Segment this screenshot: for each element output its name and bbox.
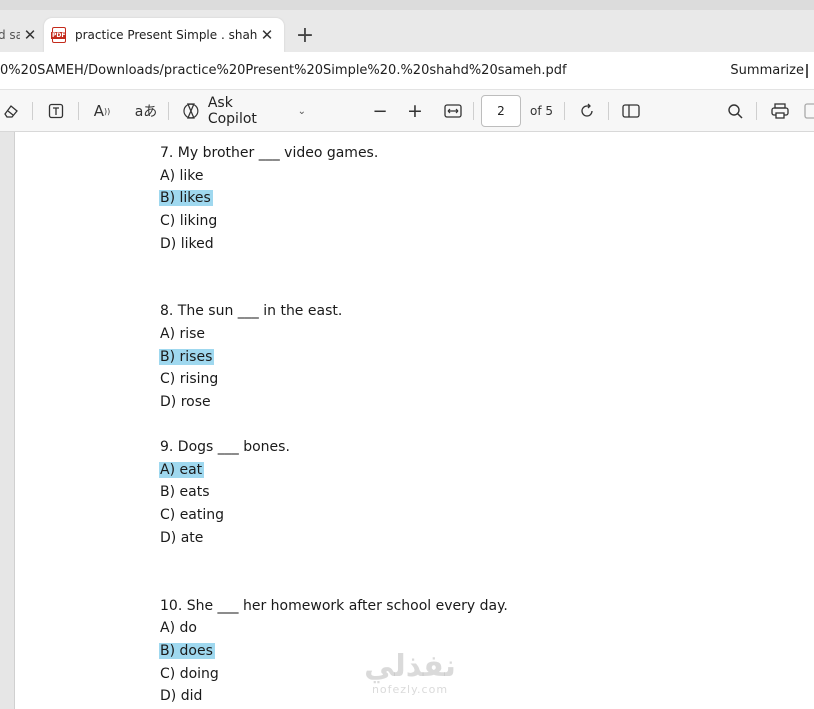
new-tab-icon[interactable]: + xyxy=(292,22,318,48)
answer-option: D) did xyxy=(160,688,203,704)
url-field[interactable]: 0%20SAMEH/Downloads/practice%20Present%2… xyxy=(0,63,700,78)
highlight: A) eat xyxy=(159,462,205,478)
print-icon[interactable] xyxy=(768,90,792,132)
zoom-in-icon[interactable]: + xyxy=(405,90,425,132)
tab-title: d sa xyxy=(0,28,20,42)
toolbar-divider xyxy=(473,102,474,120)
copilot-icon xyxy=(183,103,199,119)
pdf-toolbar: A)) aあ Ask Copilot ⌄ − + 2 of 5 xyxy=(0,90,814,132)
summarize-button[interactable]: Summarize xyxy=(730,63,804,78)
zoom-out-icon[interactable]: − xyxy=(370,90,390,132)
pdf-file-icon xyxy=(51,27,67,43)
tab-title: practice Present Simple . shahd sa xyxy=(75,28,257,42)
toolbar-divider xyxy=(756,102,757,120)
highlight: B) does xyxy=(159,643,215,659)
pdf-page: 7. My brother ___ video games. A) like B… xyxy=(14,132,814,709)
answer-option: C) doing xyxy=(160,666,219,682)
toolbar-divider xyxy=(564,102,565,120)
answer-option: D) ate xyxy=(160,530,204,546)
question-prompt: 8. The sun ___ in the east. xyxy=(160,303,343,319)
page-view-icon[interactable] xyxy=(620,90,642,132)
watermark-latin: nofezly.com xyxy=(371,683,449,696)
answer-option: C) rising xyxy=(160,371,219,387)
answer-option-highlighted: B) likes xyxy=(159,189,213,207)
watermark-logo: نفذلي nofezly.com xyxy=(355,650,465,696)
toolbar-divider xyxy=(608,102,609,120)
toolbar-divider xyxy=(32,102,33,120)
answer-option-highlighted: B) does xyxy=(159,642,215,660)
answer-option: B) eats xyxy=(160,484,210,500)
question-prompt: 10. She ___ her homework after school ev… xyxy=(160,598,508,614)
question-prompt: 7. My brother ___ video games. xyxy=(160,145,379,161)
page-number-input[interactable]: 2 xyxy=(481,95,521,127)
address-bar: 0%20SAMEH/Downloads/practice%20Present%2… xyxy=(0,52,814,90)
read-aloud-icon[interactable]: A)) xyxy=(90,90,114,132)
ask-copilot-label: Ask Copilot xyxy=(207,95,257,127)
rotate-icon[interactable] xyxy=(576,90,598,132)
tab-active[interactable]: practice Present Simple . shahd sa ✕ xyxy=(44,18,284,52)
eraser-icon[interactable] xyxy=(0,90,22,132)
page-count: of 5 xyxy=(530,104,554,118)
fit-width-icon[interactable] xyxy=(441,90,465,132)
answer-option: A) do xyxy=(160,620,197,636)
summarize-icon xyxy=(806,64,814,78)
answer-option: A) like xyxy=(160,168,204,184)
chevron-down-icon: ⌄ xyxy=(297,105,306,117)
answer-option: D) rose xyxy=(160,394,211,410)
close-icon[interactable]: ✕ xyxy=(259,26,275,44)
translate-icon[interactable]: aあ xyxy=(134,90,158,132)
pdf-viewer[interactable]: 7. My brother ___ video games. A) like B… xyxy=(0,132,814,709)
toolbar-divider xyxy=(78,102,79,120)
tab-previous[interactable]: d sa ✕ xyxy=(0,18,42,52)
watermark-arabic: نفذلي xyxy=(364,649,456,684)
save-icon[interactable] xyxy=(804,90,814,132)
search-icon[interactable] xyxy=(724,90,746,132)
ask-copilot-button[interactable]: Ask Copilot ⌄ xyxy=(182,90,306,132)
highlight: B) rises xyxy=(159,349,215,365)
close-icon[interactable]: ✕ xyxy=(22,26,38,44)
answer-option: C) liking xyxy=(160,213,218,229)
text-box-icon[interactable] xyxy=(44,90,68,132)
highlight: B) likes xyxy=(159,190,213,206)
answer-option-highlighted: A) eat xyxy=(159,461,205,479)
toolbar-divider xyxy=(168,102,169,120)
question-prompt: 9. Dogs ___ bones. xyxy=(160,439,290,455)
answer-option-highlighted: B) rises xyxy=(159,348,215,366)
answer-option: A) rise xyxy=(160,326,206,342)
answer-option: C) eating xyxy=(160,507,225,523)
tab-strip: d sa ✕ practice Present Simple . shahd s… xyxy=(0,0,814,52)
answer-option: D) liked xyxy=(160,236,214,252)
